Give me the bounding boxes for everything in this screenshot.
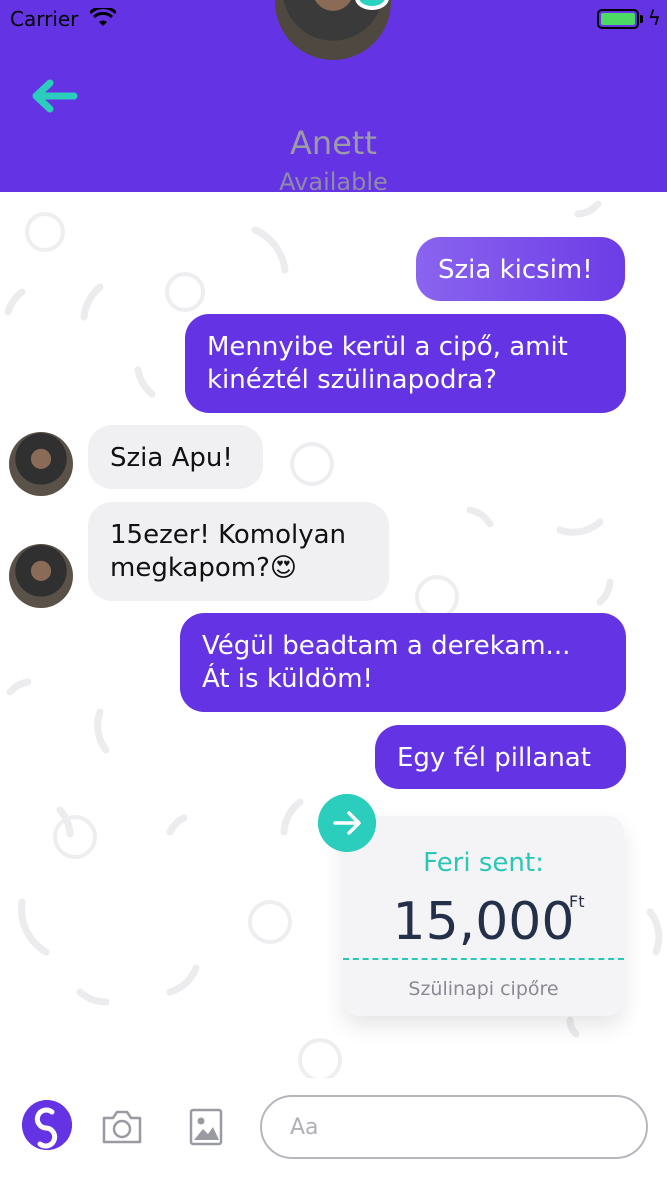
charging-icon: ϟ	[647, 6, 661, 30]
payment-divider	[343, 958, 624, 960]
message-input[interactable]	[260, 1095, 648, 1159]
incoming-message[interactable]: Szia Apu!	[88, 425, 263, 489]
contact-avatar-small	[9, 544, 73, 608]
back-arrow-icon[interactable]	[30, 78, 78, 114]
payment-note: Szülinapi cipőre	[408, 978, 559, 1000]
payment-title: Feri sent:	[423, 848, 544, 878]
send-arrow-icon	[318, 794, 376, 852]
payment-currency: Ft	[569, 892, 585, 911]
outgoing-message[interactable]: Végül beadtam a derekam... Át is küldöm!	[180, 613, 626, 712]
camera-icon[interactable]	[100, 1106, 144, 1146]
outgoing-message[interactable]: Szia kicsim!	[416, 237, 625, 301]
gallery-icon[interactable]	[189, 1108, 223, 1146]
contact-status: Available	[279, 168, 388, 192]
battery-icon	[597, 9, 639, 29]
payment-card[interactable]: Feri sent: 15,000 Ft Szülinapi cipőre	[343, 816, 624, 1016]
app-logo-icon[interactable]	[22, 1100, 72, 1150]
contact-name: Anett	[290, 124, 377, 162]
contact-avatar-small	[9, 432, 73, 496]
incoming-message[interactable]: 15ezer! Komolyan megkapom?😍	[88, 502, 389, 601]
outgoing-message[interactable]: Egy fél pillanat	[375, 725, 626, 789]
outgoing-message[interactable]: Mennyibe kerül a cipő, amit kinéztél szü…	[185, 314, 626, 413]
chat-header: Carrier 11:37 PM ϟ Anett Available	[0, 0, 667, 192]
